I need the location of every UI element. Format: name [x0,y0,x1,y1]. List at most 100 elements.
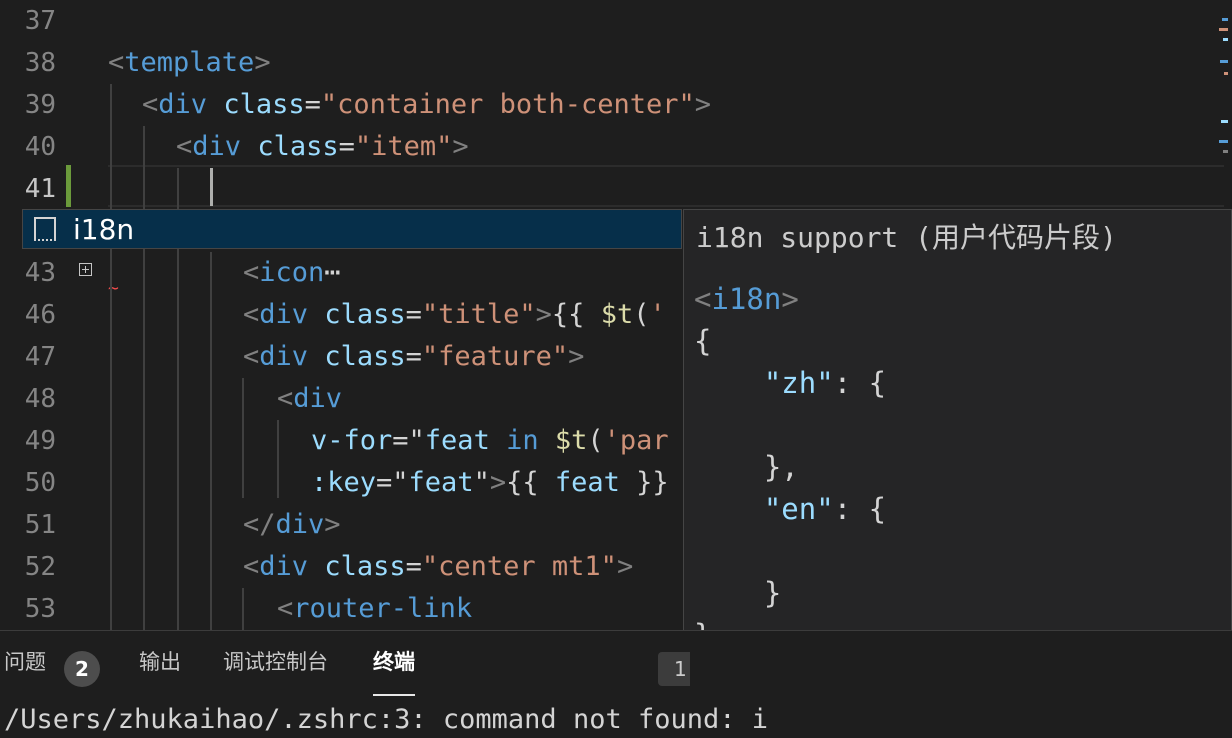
code-token: $t [600,299,634,330]
code-token: = [405,341,422,372]
code-token: {{ [551,299,601,330]
code-token: div [259,299,309,330]
terminal-select-dropdown[interactable]: 1 [658,652,690,686]
bottom-panel: 问题 2 输出 调试控制台 终端 1 /Users/zhukaihao/.zsh… [0,630,1232,738]
code-token: :key [311,467,377,498]
snippet-line: }, [694,446,886,488]
code-token: router-link [293,593,473,624]
snippet-token: i18n [711,282,782,316]
line-number: 40 [24,132,56,162]
snippet-token [694,366,764,400]
code-token: < [277,593,294,624]
line-number: 51 [24,510,56,540]
code-token: > [489,467,507,498]
code-text: :key="feat">{{ feat }} [311,462,669,504]
suggestion-details-title: i18n support (用户代码片段) [696,221,1117,254]
snippet-line: "en": { [694,488,886,530]
code-token: > [616,551,634,582]
code-token: "container both-center" [320,89,695,120]
code-token: icon [259,257,325,288]
snippet-line [694,404,886,446]
indent-guide [242,588,244,630]
snippet-line [694,530,886,572]
indent-guide [210,252,212,630]
code-line[interactable]: 41 [0,168,1232,210]
code-text: <div class="item"> [176,126,469,168]
indent-guide [143,126,145,630]
line-number: 49 [24,426,56,456]
code-token: {{ [506,467,555,498]
problems-count-badge: 2 [64,651,100,687]
code-token: feat [424,425,490,456]
code-text: <div [277,378,342,420]
line-number: 53 [24,594,56,624]
code-token: div [259,341,309,372]
code-token: ⋯ [324,257,341,288]
code-token: "title" [421,299,536,330]
code-token: " [473,467,490,498]
code-token: </ [243,509,276,540]
code-token: "center mt1" [421,551,617,582]
code-line[interactable]: 39 <div class="container both-center"> [0,84,1232,126]
code-token: < [142,89,159,120]
code-text: <router-link [277,588,472,630]
snippet-token: > [781,282,799,316]
code-token: div [158,89,208,120]
line-number: 47 [24,342,56,372]
code-token: class [324,299,406,330]
line-number: 38 [24,48,56,78]
line-number: 43 [24,258,56,288]
line-number: 50 [24,468,56,498]
minimap[interactable] [1218,0,1228,160]
tab-problems[interactable]: 问题 [4,631,46,693]
indent-guide [277,420,279,498]
code-text: <div class="feature"> [243,336,584,378]
code-token: > [535,299,552,330]
snippet-token: "en" [763,492,834,526]
code-text: <template> [108,42,271,84]
code-token: ( [633,299,650,330]
code-token: v-for [311,425,393,456]
code-token: class [324,551,406,582]
code-line[interactable]: 38 <template> [0,42,1232,84]
snippet-token: "zh" [763,366,834,400]
code-token: 'par [603,425,669,456]
tab-terminal[interactable]: 终端 [373,631,415,696]
code-token: < [243,299,260,330]
tab-output[interactable]: 输出 [139,631,181,693]
code-token: > [254,47,271,78]
code-token: = [405,551,422,582]
tab-debug-console[interactable]: 调试控制台 [223,631,328,693]
code-token: =" [392,425,425,456]
terminal-output-line: /Users/zhukaihao/.zshrc:3: command not f… [4,704,769,735]
code-token: < [108,47,125,78]
code-token: div [192,131,242,162]
code-token: =" [376,467,409,498]
code-text: <div class="container both-center"> [142,84,711,126]
code-line[interactable]: 40 <div class="item"> [0,126,1232,168]
snippet-line: } [694,572,886,614]
snippet-token: }, [694,450,799,484]
line-number: 46 [24,300,56,330]
code-token: < [277,383,294,414]
code-token: < [176,131,193,162]
code-token: class [324,341,406,372]
snippet-token: } [694,576,782,610]
code-line[interactable]: 37 [0,0,1232,42]
code-token: = [304,89,321,120]
snippet-token: < [694,282,712,316]
snippet-token [694,492,764,526]
snippet-token: : { [833,492,887,526]
code-token: div [275,509,325,540]
code-token: div [259,551,309,582]
fold-expand-icon[interactable] [79,263,92,276]
code-token: class [223,89,305,120]
suggestion-item-i18n[interactable]: i18n [23,210,681,248]
line-number: 41 [24,174,56,204]
